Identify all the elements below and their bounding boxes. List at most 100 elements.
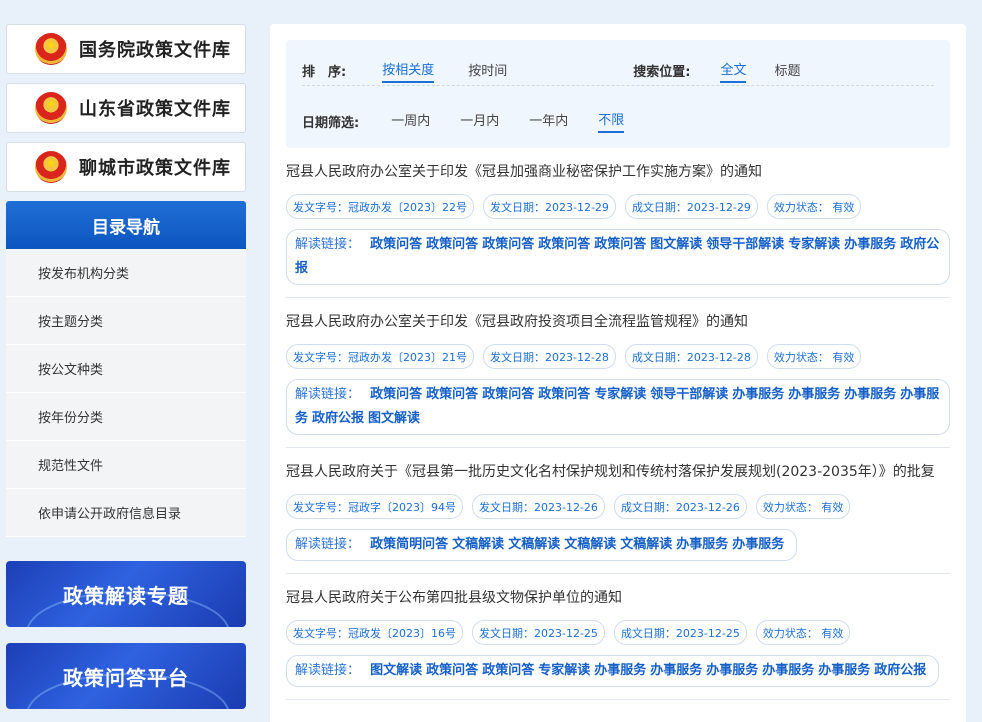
interpretation-link[interactable]: 文稿解读 xyxy=(452,537,504,552)
interpretation-link[interactable]: 办事服务 xyxy=(594,663,646,678)
written-date-tag: 成文日期：2023-12-29 xyxy=(624,194,758,219)
search-filter: 排 序: 按相关度 按时间 搜索位置: 全文 标题 日期筛选: 一周内 一月内 … xyxy=(286,40,950,148)
national-emblem-icon xyxy=(35,33,67,65)
national-emblem-icon xyxy=(35,151,67,183)
interpretation-link[interactable]: 图文解读 xyxy=(650,237,702,252)
publish-date-tag: 发文日期：2023-12-29 xyxy=(483,194,616,219)
document-meta: 发文字号：冠政办发〔2023〕21号 发文日期：2023-12-28 成文日期：… xyxy=(286,344,950,369)
interpretation-link[interactable]: 政策问答 xyxy=(482,237,534,252)
publish-date-tag: 发文日期：2023-12-28 xyxy=(483,344,616,369)
interpretation-links-label: 解读链接： xyxy=(295,537,361,552)
interpretation-link[interactable]: 专家解读 xyxy=(788,237,840,252)
interpretation-link[interactable]: 办事服务 xyxy=(706,663,758,678)
interpretation-links-label: 解读链接： xyxy=(295,387,361,402)
nav-item-by-doc-type[interactable]: 按公文种类 xyxy=(6,345,246,393)
interpretation-link[interactable]: 政策问答 xyxy=(482,387,534,402)
library-label: 聊城市政策文件库 xyxy=(79,158,231,179)
doc-number-tag: 发文字号：冠政办发〔2023〕21号 xyxy=(286,344,474,369)
interpretation-link[interactable]: 办事服务 xyxy=(844,237,896,252)
library-label: 山东省政策文件库 xyxy=(79,99,231,120)
interpretation-link[interactable]: 政策问答 xyxy=(482,663,534,678)
interpretation-link[interactable]: 文稿解读 xyxy=(508,537,560,552)
nav-item-normative-docs[interactable]: 规范性文件 xyxy=(6,441,246,489)
validity-status-tag: 效力状态： 有效 xyxy=(766,194,862,219)
document-item: 冠县人民政府关于公布第四批县级文物保护单位的通知 发文字号：冠政发〔2023〕1… xyxy=(286,574,950,700)
library-liaocheng-button[interactable]: 聊城市政策文件库 xyxy=(6,142,246,192)
nav-item-by-year[interactable]: 按年份分类 xyxy=(6,393,246,441)
library-state-council-button[interactable]: 国务院政策文件库 xyxy=(6,24,246,74)
doc-number-tag: 发文字号：冠政发〔2023〕16号 xyxy=(286,620,463,645)
nav-item-on-request-disclosure[interactable]: 依申请公开政府信息目录 xyxy=(6,489,246,537)
interpretation-link[interactable]: 政策问答 xyxy=(594,237,646,252)
interpretation-link[interactable]: 政策问答 xyxy=(426,663,478,678)
document-title-link[interactable]: 冠县人民政府关于公布第四批县级文物保护单位的通知 xyxy=(286,588,950,608)
document-meta: 发文字号：冠政发〔2023〕16号 发文日期：2023-12-25 成文日期：2… xyxy=(286,620,950,645)
interpretation-link[interactable]: 政府公报 xyxy=(874,663,926,678)
validity-status-tag: 效力状态： 有效 xyxy=(755,620,851,645)
interpretation-link[interactable]: 办事服务 xyxy=(732,537,784,552)
publish-date-tag: 发文日期：2023-12-26 xyxy=(472,494,605,519)
interpretation-link[interactable]: 政府公报 xyxy=(312,411,364,426)
interpretation-links: 解读链接： 政策问答 政策问答 政策问答 政策问答 专家解读 领导干部解读 办事服务 办事服务… xyxy=(286,379,950,435)
date-filter-row: 日期筛选: 一周内 一月内 一年内 不限 xyxy=(302,106,934,136)
interpretation-link[interactable]: 政策问答 xyxy=(426,387,478,402)
library-shandong-button[interactable]: 山东省政策文件库 xyxy=(6,83,246,133)
library-label: 国务院政策文件库 xyxy=(79,40,231,61)
sort-by-time[interactable]: 按时间 xyxy=(468,60,507,82)
position-title[interactable]: 标题 xyxy=(774,60,800,82)
date-filter-label: 日期筛选: xyxy=(302,115,360,131)
directory-nav: 目录导航 按发布机构分类 按主题分类 按公文种类 按年份分类 规范性文件 依申请… xyxy=(6,201,246,537)
interpretation-link[interactable]: 办事服务 xyxy=(762,663,814,678)
directory-nav-title: 目录导航 xyxy=(6,201,246,249)
document-item: 冠县人民政府关于《冠县第一批历史文化名村保护规划和传统村落保护发展规划(2023… xyxy=(286,448,950,574)
interpretation-link[interactable]: 政策问答 xyxy=(426,237,478,252)
interpretation-links: 解读链接： 图文解读 政策问答 政策问答 专家解读 办事服务 办事服务 办事服务 办事服务 办事… xyxy=(286,655,940,687)
interpretation-link[interactable]: 政策问答 xyxy=(538,237,590,252)
document-meta: 发文字号：冠政办发〔2023〕22号 发文日期：2023-12-29 成文日期：… xyxy=(286,194,950,219)
date-unlimited[interactable]: 不限 xyxy=(598,109,625,133)
interpretation-link[interactable]: 政策问答 xyxy=(370,237,422,252)
interpretation-link[interactable]: 办事服务 xyxy=(650,663,702,678)
document-title-link[interactable]: 冠县人民政府办公室关于印发《冠县政府投资项目全流程监管规程》的通知 xyxy=(286,312,950,332)
interpretation-link[interactable]: 办事服务 xyxy=(844,387,896,402)
interpretation-link[interactable]: 图文解读 xyxy=(368,411,420,426)
interpretation-link[interactable]: 政策简明问答 xyxy=(370,537,448,552)
document-meta: 发文字号：冠政字〔2023〕94号 发文日期：2023-12-26 成文日期：2… xyxy=(286,494,950,519)
banner-label: 政策问答平台 xyxy=(63,665,189,690)
date-within-month[interactable]: 一月内 xyxy=(460,110,499,132)
interpretation-link[interactable]: 领导干部解读 xyxy=(706,237,784,252)
document-item: 冠县人民政府办公室关于印发《冠县政府投资项目全流程监管规程》的通知 发文字号：冠… xyxy=(286,298,950,448)
validity-status-tag: 效力状态： 有效 xyxy=(766,344,862,369)
interpretation-links-label: 解读链接： xyxy=(295,663,361,678)
results-panel: 排 序: 按相关度 按时间 搜索位置: 全文 标题 日期筛选: 一周内 一月内 … xyxy=(270,24,966,722)
nav-item-by-agency[interactable]: 按发布机构分类 xyxy=(6,249,246,297)
interpretation-link[interactable]: 专家解读 xyxy=(594,387,646,402)
nav-item-by-topic[interactable]: 按主题分类 xyxy=(6,297,246,345)
document-title-link[interactable]: 冠县人民政府办公室关于印发《冠县加强商业秘密保护工作实施方案》的通知 xyxy=(286,162,950,182)
interpretation-link[interactable]: 办事服务 xyxy=(818,663,870,678)
interpretation-link[interactable]: 办事服务 xyxy=(788,387,840,402)
document-item: 冠县人民政府办公室关于印发《冠县加强商业秘密保护工作实施方案》的通知 发文字号：… xyxy=(286,148,950,298)
national-emblem-icon xyxy=(35,92,67,124)
written-date-tag: 成文日期：2023-12-25 xyxy=(613,620,747,645)
interpretation-link[interactable]: 政策问答 xyxy=(370,387,422,402)
policy-qa-banner[interactable]: 政策问答平台 xyxy=(6,643,246,709)
position-full-text[interactable]: 全文 xyxy=(720,59,747,83)
interpretation-link[interactable]: 办事服务 xyxy=(732,387,784,402)
interpretation-link[interactable]: 文稿解读 xyxy=(620,537,672,552)
interpretation-link[interactable]: 政策问答 xyxy=(538,387,590,402)
sort-row: 排 序: 按相关度 按时间 搜索位置: 全文 标题 xyxy=(302,56,934,86)
interpretation-link[interactable]: 文稿解读 xyxy=(564,537,616,552)
written-date-tag: 成文日期：2023-12-26 xyxy=(613,494,747,519)
date-within-week[interactable]: 一周内 xyxy=(391,110,430,132)
interpretation-links-label: 解读链接： xyxy=(295,237,361,252)
interpretation-link[interactable]: 领导干部解读 xyxy=(650,387,728,402)
interpretation-link[interactable]: 专家解读 xyxy=(538,663,590,678)
interpretation-link[interactable]: 办事服务 xyxy=(676,537,728,552)
date-within-year[interactable]: 一年内 xyxy=(529,110,568,132)
sort-by-relevance[interactable]: 按相关度 xyxy=(382,59,435,83)
policy-interpretation-banner[interactable]: 政策解读专题 xyxy=(6,561,246,627)
interpretation-link[interactable]: 图文解读 xyxy=(370,663,422,678)
document-title-link[interactable]: 冠县人民政府关于《冠县第一批历史文化名村保护规划和传统村落保护发展规划(2023… xyxy=(286,462,950,482)
validity-status-tag: 效力状态： 有效 xyxy=(755,494,851,519)
